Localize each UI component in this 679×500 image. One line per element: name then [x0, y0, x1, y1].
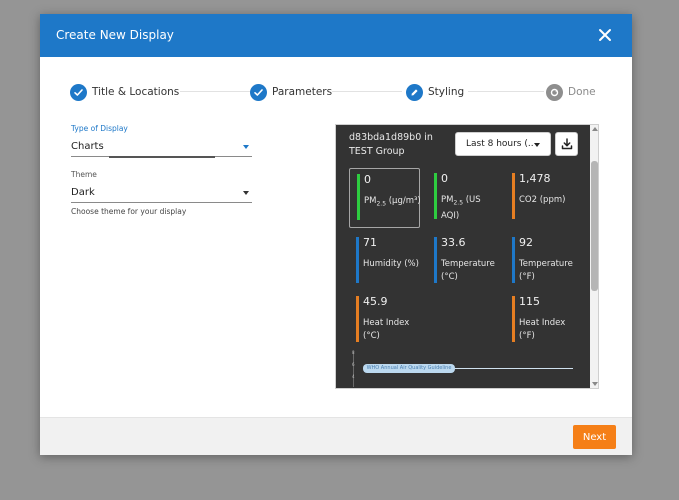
dialog-header: Create New Display	[40, 14, 632, 57]
create-display-dialog: Create New Display Title & Locations Par…	[40, 14, 632, 455]
guideline-label: WHO Annual Air Quality Guideline	[363, 364, 455, 373]
step-label: Styling	[428, 86, 465, 98]
step-title-locations[interactable]: Title & Locations	[70, 82, 179, 102]
theme-helper-text: Choose theme for your display	[71, 207, 187, 216]
tile-color-bar	[357, 174, 360, 220]
metric-tile-pm25[interactable]: 0 PM2.5 (μg/m³)	[349, 168, 421, 228]
tile-color-bar	[434, 237, 437, 283]
tile-label: Temperature (°C)	[441, 259, 495, 282]
download-button[interactable]	[555, 132, 578, 156]
step-label: Parameters	[272, 86, 333, 98]
scroll-down-icon[interactable]	[592, 382, 598, 386]
caret-down-icon	[243, 145, 249, 149]
preview-scrollbar[interactable]	[590, 125, 598, 388]
stepper: Title & Locations Parameters Styling Don…	[70, 82, 602, 102]
step-parameters[interactable]: Parameters	[250, 82, 332, 102]
download-icon	[561, 138, 572, 150]
display-preview[interactable]: d83bda1d89b0 in TEST Group Last 8 hours …	[335, 124, 599, 389]
display-type-field: Type of Display Charts	[71, 124, 252, 158]
preview-content: d83bda1d89b0 in TEST Group Last 8 hours …	[336, 125, 590, 388]
step-label: Title & Locations	[92, 86, 180, 98]
time-range-value: Last 8 hours (..	[466, 139, 534, 149]
tile-value: 0	[441, 172, 448, 185]
tile-value: 0	[364, 173, 371, 186]
tile-value: 33.6	[441, 236, 466, 249]
preview-title: d83bda1d89b0 in TEST Group	[349, 132, 433, 157]
check-icon	[250, 83, 267, 101]
select-focus-underline	[109, 156, 215, 158]
metric-tile-co2[interactable]: 1,478 CO2 (ppm)	[505, 168, 576, 228]
tile-color-bar	[512, 296, 515, 342]
tile-color-bar	[434, 173, 437, 219]
chart-tick-label: 8	[352, 350, 355, 355]
step-connector	[332, 91, 402, 92]
metric-tile-temperature-f[interactable]: 92 Temperature (°F)	[505, 232, 576, 292]
check-icon	[70, 83, 87, 101]
preview-chart: 8 6 4 WHO Annual Air Quality Guideline	[349, 347, 579, 387]
close-icon[interactable]	[597, 27, 613, 43]
display-type-value: Charts	[71, 141, 104, 152]
tile-label: Humidity (%)	[363, 259, 419, 269]
theme-field: Theme Dark Choose theme for your display	[71, 170, 252, 216]
metric-tile-temperature-c[interactable]: 33.6 Temperature (°C)	[427, 232, 498, 292]
step-connector	[468, 91, 544, 92]
tile-value: 92	[519, 236, 533, 249]
tile-color-bar	[512, 173, 515, 219]
display-type-label: Type of Display	[71, 124, 128, 133]
chart-tick-label: 6	[352, 362, 355, 367]
theme-label: Theme	[71, 170, 97, 179]
next-button[interactable]: Next	[573, 425, 616, 449]
step-connector	[180, 91, 250, 92]
theme-select[interactable]: Dark	[71, 181, 252, 203]
tile-label: Temperature (°F)	[519, 259, 573, 282]
theme-value: Dark	[71, 187, 95, 198]
step-styling[interactable]: Styling	[406, 82, 464, 102]
tile-label: CO2 (ppm)	[519, 195, 566, 205]
metric-tile-humidity[interactable]: 71 Humidity (%)	[349, 232, 420, 292]
tile-label: PM2.5 (μg/m³)	[364, 196, 421, 208]
tile-color-bar	[356, 237, 359, 283]
sync-icon	[546, 83, 563, 101]
dialog-footer: Next	[40, 417, 632, 455]
tile-value: 45.9	[363, 295, 388, 308]
metric-tile-heat-index-c[interactable]: 45.9 Heat Index (°C)	[349, 291, 420, 351]
metric-tile-pm25-aqi[interactable]: 0 PM2.5 (US AQI)	[427, 168, 498, 228]
chart-y-axis	[353, 351, 354, 387]
caret-down-icon	[243, 191, 249, 195]
tile-value: 1,478	[519, 172, 551, 185]
time-range-select[interactable]: Last 8 hours (..	[455, 132, 551, 156]
caret-down-icon	[534, 143, 540, 147]
tile-value: 71	[363, 236, 377, 249]
step-label: Done	[568, 86, 596, 98]
tile-label: PM2.5 (US AQI)	[441, 195, 481, 221]
tile-color-bar	[512, 237, 515, 283]
tile-value: 115	[519, 295, 540, 308]
chart-tick-label: 4	[352, 374, 355, 379]
dialog-title: Create New Display	[56, 28, 174, 42]
tile-label: Heat Index (°F)	[519, 318, 566, 341]
metric-tile-heat-index-f[interactable]: 115 Heat Index (°F)	[505, 291, 576, 351]
tile-label: Heat Index (°C)	[363, 318, 410, 341]
display-type-select[interactable]: Charts	[71, 135, 252, 158]
scroll-thumb[interactable]	[591, 161, 598, 291]
scroll-up-icon[interactable]	[592, 127, 598, 131]
pencil-icon	[406, 83, 423, 101]
step-done[interactable]: Done	[546, 82, 596, 102]
tile-color-bar	[356, 296, 359, 342]
